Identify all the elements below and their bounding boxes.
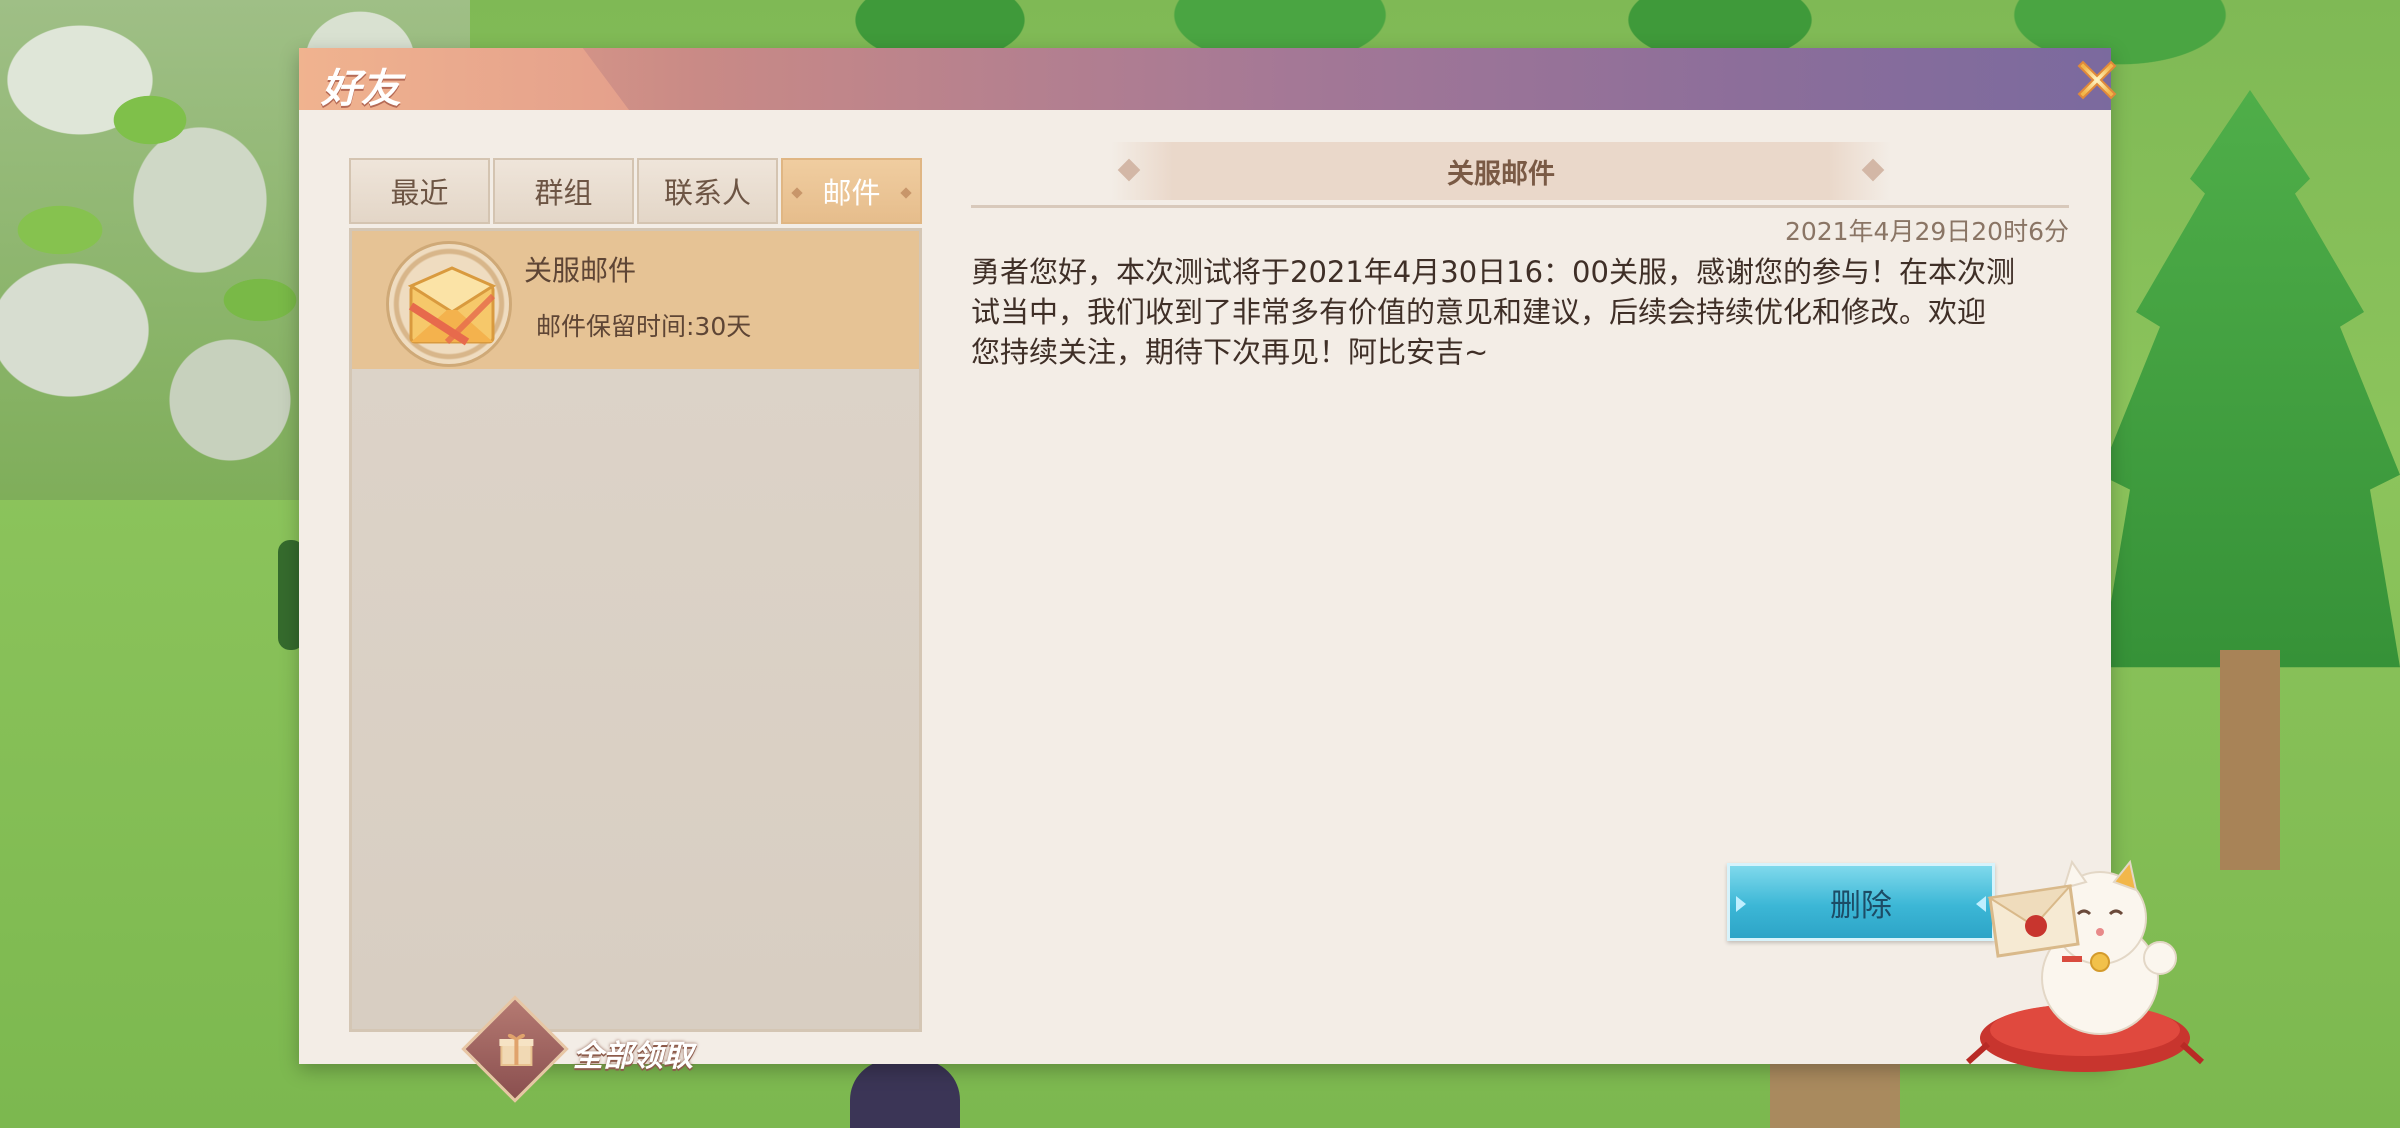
tab-groups-label: 群组 bbox=[534, 176, 593, 210]
player-character bbox=[850, 1060, 960, 1128]
delete-button[interactable]: 删除 bbox=[1727, 863, 1995, 941]
mail-item-retention: 邮件保留时间:30天 bbox=[536, 312, 752, 341]
envelope-icon bbox=[386, 241, 512, 367]
mail-body-line: 勇者您好，本次测试将于2021年4月30日16：00关服，感谢您的参与！在本次测 bbox=[971, 255, 2015, 289]
tab-mail-label: 邮件 bbox=[822, 176, 881, 210]
mail-title-banner: 关服邮件 bbox=[1111, 142, 1891, 200]
tab-mail[interactable]: 邮件 bbox=[781, 158, 922, 224]
mail-divider bbox=[971, 205, 2069, 208]
claim-all-button[interactable]: 全部领取 bbox=[461, 995, 717, 1103]
mail-title: 关服邮件 bbox=[1447, 159, 1555, 190]
mail-list: 关服邮件 邮件保留时间:30天 全部领取 bbox=[349, 228, 922, 1103]
delete-button-label: 删除 bbox=[1830, 887, 1892, 924]
close-button[interactable] bbox=[2069, 52, 2125, 108]
tab-groups[interactable]: 群组 bbox=[493, 158, 634, 224]
tree-trunk bbox=[2220, 650, 2280, 870]
tab-diamond-left-icon bbox=[791, 187, 803, 199]
left-panel: 最近 群组 联系人 邮件 关服邮件 邮件保留时间:30天 全部领取 bbox=[349, 158, 922, 1103]
mail-body-line: 您持续关注，期待下次再见！阿比安吉~ bbox=[971, 335, 1489, 369]
lucky-cat-mascot bbox=[1960, 848, 2210, 1078]
lucky-cat-icon bbox=[1965, 859, 2205, 1072]
mail-body: 勇者您好，本次测试将于2021年4月30日16：00关服，感谢您的参与！在本次测… bbox=[971, 252, 2071, 372]
tab-bar: 最近 群组 联系人 邮件 bbox=[349, 158, 922, 224]
claim-all-label: 全部领取 bbox=[573, 1039, 693, 1074]
tab-recent[interactable]: 最近 bbox=[349, 158, 490, 224]
friends-dialog: 好友 最近 群组 联系人 邮件 关服邮件 邮件保留时间:30天 全部领取 关服邮… bbox=[299, 48, 2117, 1103]
dialog-header: 好友 bbox=[299, 48, 2111, 112]
mail-date: 2021年4月29日20时6分 bbox=[1784, 217, 2069, 246]
tab-contacts[interactable]: 联系人 bbox=[637, 158, 778, 224]
mail-body-line: 试当中，我们收到了非常多有价值的意见和建议，后续会持续优化和修改。欢迎 bbox=[971, 295, 1987, 329]
close-x-icon bbox=[2077, 60, 2117, 100]
mail-item-subject: 关服邮件 bbox=[524, 254, 637, 287]
mail-list-item[interactable]: 关服邮件 邮件保留时间:30天 bbox=[352, 231, 919, 369]
tab-diamond-right-icon bbox=[900, 187, 912, 199]
dialog-title: 好友 bbox=[321, 66, 401, 112]
gift-icon bbox=[461, 995, 569, 1103]
tab-recent-label: 最近 bbox=[390, 176, 449, 210]
tab-contacts-label: 联系人 bbox=[663, 176, 751, 210]
background-tree bbox=[2100, 90, 2400, 870]
